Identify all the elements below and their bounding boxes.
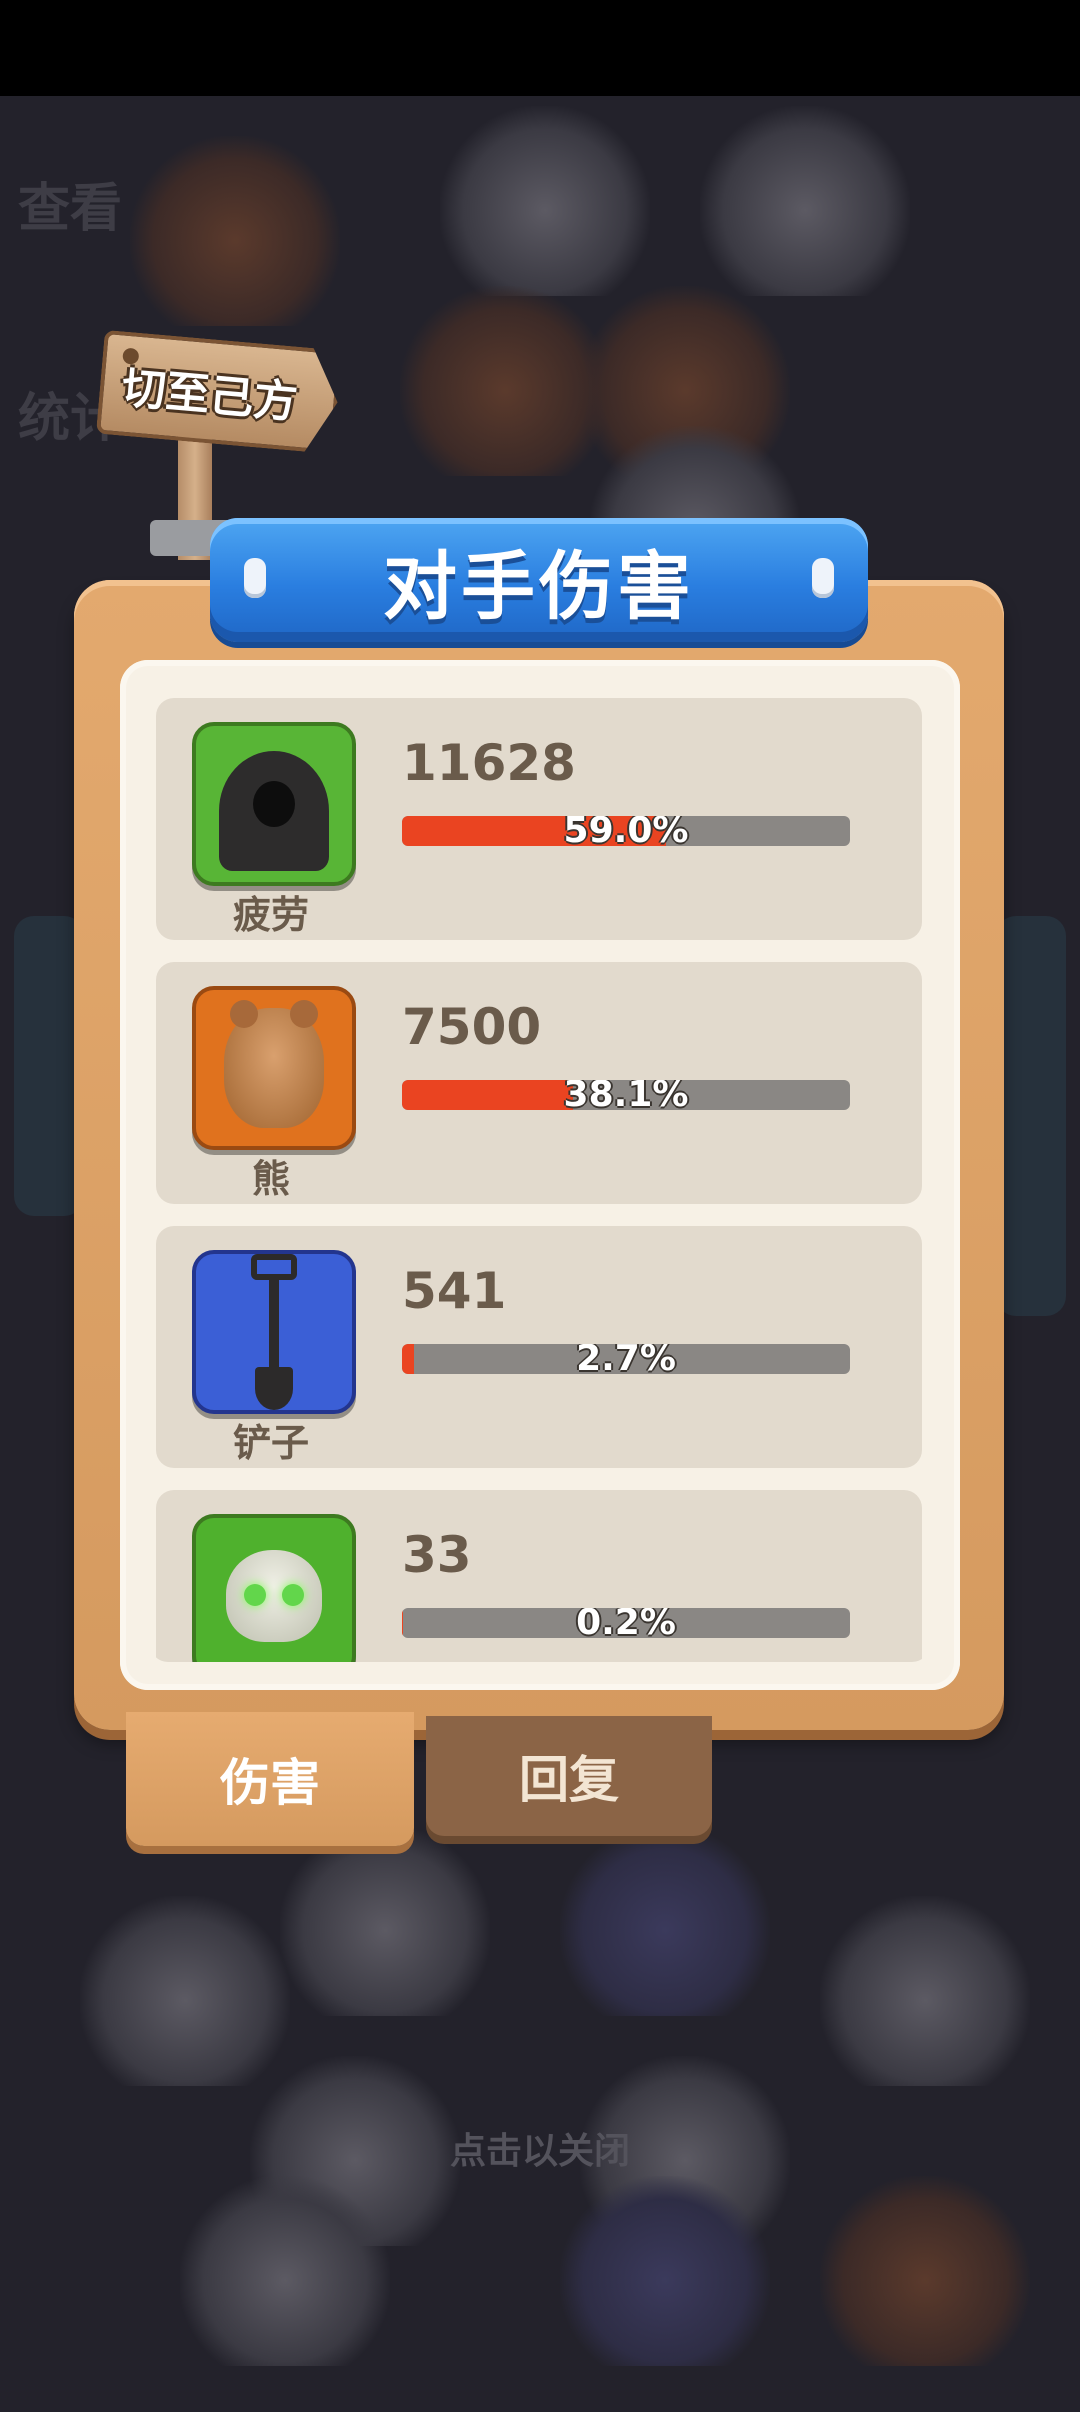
view-button-label[interactable]: 查看 (18, 166, 122, 241)
damage-value: 11628 (402, 734, 576, 792)
rabbit-tile (820, 1896, 1030, 2086)
stud-icon (812, 558, 834, 598)
bear-icon (192, 986, 356, 1150)
damage-list[interactable]: 疲劳 11628 59.0% 熊 7500 38.1% 铲子 541 2.7% … (150, 690, 930, 1662)
tab-damage-label: 伤害 (220, 1754, 320, 1812)
panel-title: 对手伤害 (383, 543, 695, 630)
damage-bar: 0.2% (402, 1608, 850, 1638)
rabbit-tile (180, 2176, 390, 2366)
damage-value: 541 (402, 1262, 507, 1320)
skull-icon (192, 1514, 356, 1662)
switch-side-sign[interactable]: 切至己方 (96, 330, 342, 454)
octopus-tile (560, 2176, 770, 2366)
right-side-panel (996, 916, 1066, 1316)
stud-icon (244, 558, 266, 598)
list-item: 疲劳 11628 59.0% (156, 698, 922, 940)
list-item: 33 0.2% (156, 1490, 922, 1662)
damage-percent: 2.7% (576, 1344, 676, 1374)
shovel-icon (192, 1250, 356, 1414)
tab-heal-label: 回复 (519, 1751, 619, 1809)
damage-percent: 38.1% (563, 1080, 689, 1110)
crown-tile (820, 2176, 1030, 2366)
panel-title-banner: 对手伤害 (210, 518, 868, 642)
status-bar (0, 0, 1080, 96)
damage-percent: 0.2% (576, 1608, 676, 1638)
rabbit-tile (700, 106, 910, 296)
close-hint[interactable]: 点击以关闭 (0, 2122, 1080, 2174)
damage-value: 33 (402, 1526, 472, 1584)
list-item: 熊 7500 38.1% (156, 962, 922, 1204)
damage-bar: 2.7% (402, 1344, 850, 1374)
reaper-icon (192, 722, 356, 886)
damage-bar: 38.1% (402, 1080, 850, 1110)
horse-tile (130, 136, 340, 326)
octopus-tile (560, 1826, 770, 2016)
switch-side-label: 切至己方 (119, 362, 300, 429)
snail-tile (400, 286, 610, 476)
source-name: 铲子 (232, 1421, 309, 1465)
damage-percent: 59.0% (563, 816, 689, 846)
damage-bar: 59.0% (402, 816, 850, 846)
source-name: 疲劳 (232, 893, 309, 937)
source-name: 熊 (251, 1157, 290, 1201)
list-item: 铲子 541 2.7% (156, 1226, 922, 1468)
tab-damage[interactable]: 伤害 (126, 1712, 414, 1846)
damage-value: 7500 (402, 998, 542, 1056)
rabbit-tile (280, 1826, 490, 2016)
rabbit-tile (440, 106, 650, 296)
tab-heal[interactable]: 回复 (426, 1716, 712, 1836)
